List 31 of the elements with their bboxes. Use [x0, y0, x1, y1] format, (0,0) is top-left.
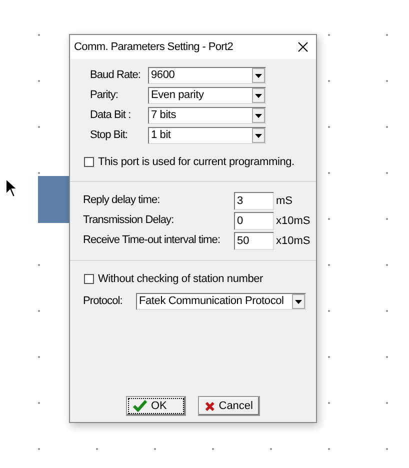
field-label: Stop Bit:	[90, 128, 129, 144]
mouse-pointer-icon	[5, 178, 19, 198]
dropdown[interactable]: 1 bit	[148, 127, 266, 144]
field-label: Transmission Delay:	[83, 213, 175, 228]
window-title: Comm. Parameters Setting - Port2	[74, 40, 234, 55]
field-label: Parity:	[90, 88, 120, 104]
checkbox[interactable]	[84, 157, 94, 168]
input-field[interactable]: 50	[234, 232, 274, 250]
field-label: Reply delay time:	[83, 193, 161, 208]
field-label: Receive Time-out interval time:	[83, 233, 222, 248]
unit-label: x10mS	[275, 214, 312, 229]
field-label: Protocol:	[83, 294, 124, 310]
input-field[interactable]: 3	[234, 192, 274, 210]
dropdown[interactable]: 9600	[148, 67, 266, 84]
checkbox-label: Without checking of station number	[98, 272, 264, 286]
unit-label: x10mS	[275, 234, 312, 249]
dropdown[interactable]: 7 bits	[148, 107, 266, 124]
ok-button[interactable]: OK	[126, 396, 186, 416]
field-label: Baud Rate:	[90, 68, 142, 84]
cancel-button[interactable]: Cancel	[198, 396, 260, 416]
close-icon[interactable]	[298, 42, 308, 52]
input-field[interactable]: 0	[234, 212, 274, 230]
x-mark-icon	[205, 400, 215, 412]
checkbox-label: This port is used for current programming.	[98, 155, 294, 170]
dropdown[interactable]: Fatek Communication Protocol	[136, 293, 306, 310]
dropdown[interactable]: Even parity	[148, 87, 266, 104]
checkmark-icon	[133, 400, 147, 412]
field-label: Data Bit :	[90, 108, 132, 124]
unit-label: mS	[275, 194, 294, 209]
checkbox[interactable]	[84, 274, 94, 284]
background-window	[38, 176, 69, 223]
